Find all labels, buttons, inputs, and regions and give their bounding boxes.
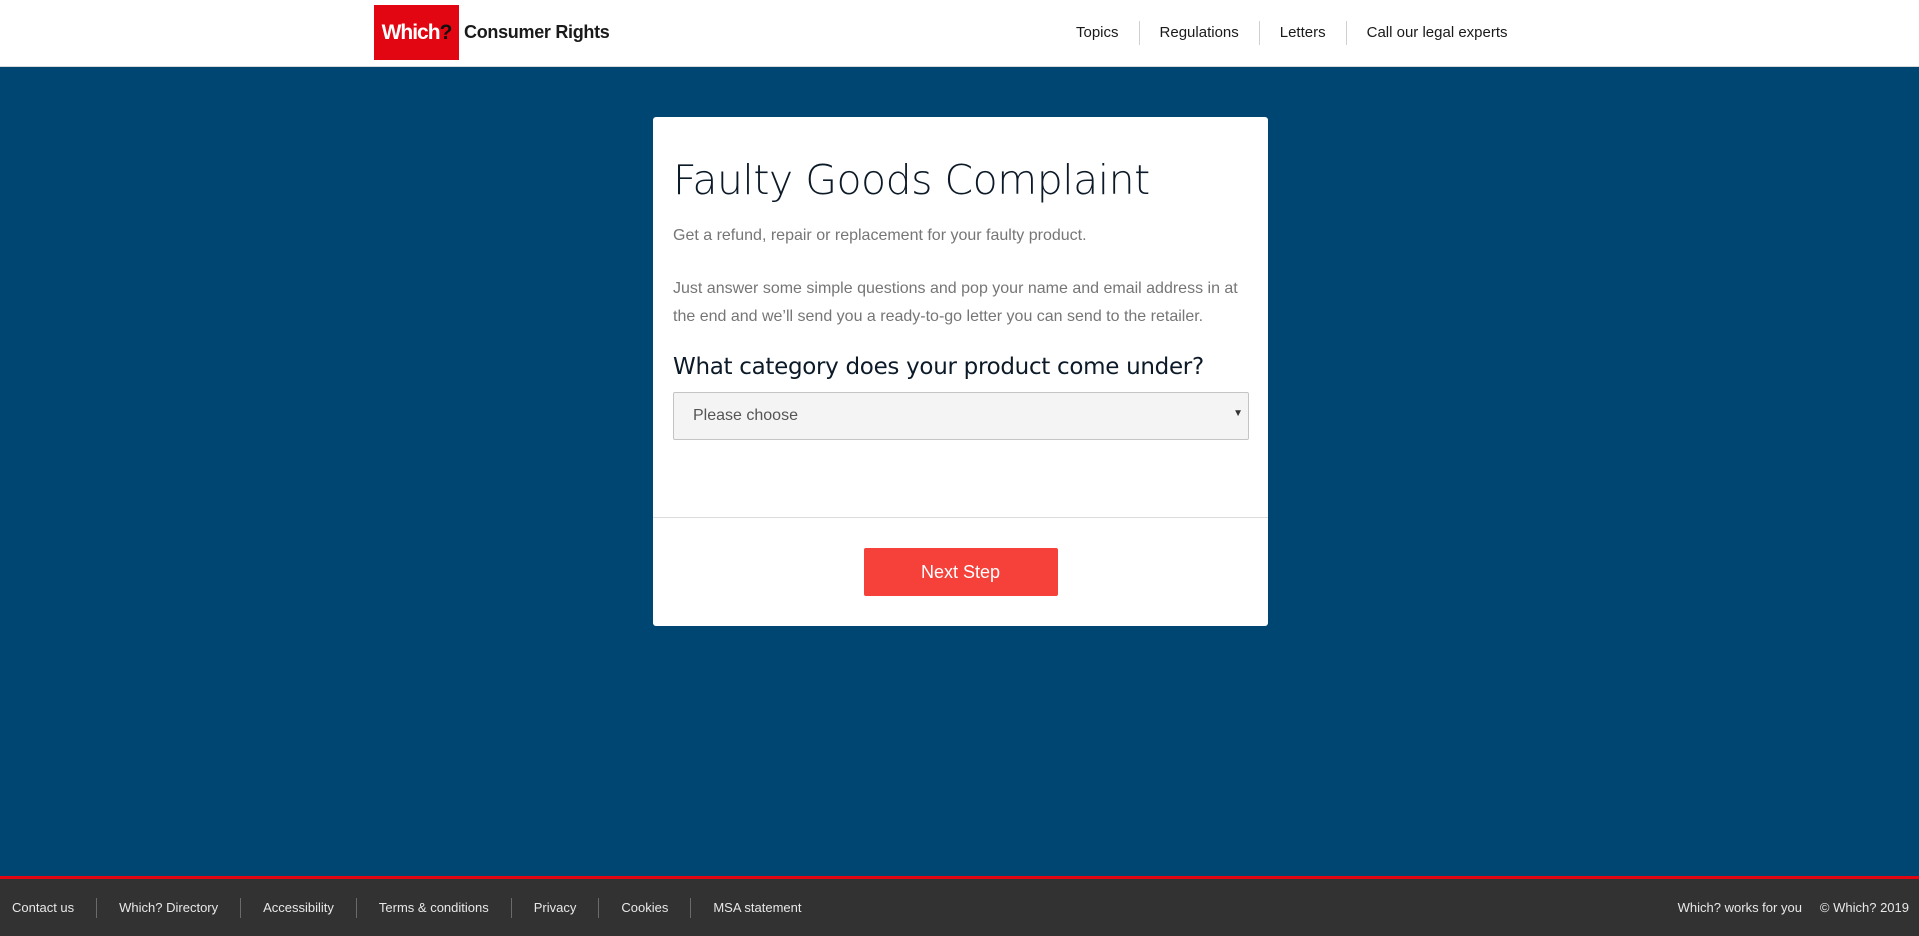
which-logo-mark: Which? (374, 5, 459, 60)
lead-text: Get a refund, repair or replacement for … (673, 227, 1087, 244)
logo-mark-text: Which (381, 20, 441, 44)
category-select-value: Please choose (693, 407, 798, 424)
footer-link-contact[interactable]: Contact us (12, 898, 96, 918)
footer-link-terms[interactable]: Terms & conditions (355, 897, 511, 918)
category-select[interactable]: Please choose ▼ (673, 392, 1249, 440)
form-body: Faulty Goods Complaint Get a refund, rep… (653, 117, 1268, 518)
category-question: What category does your product come und… (673, 354, 1204, 380)
footer-links: Contact us Which? Directory Accessibilit… (12, 879, 824, 936)
footer-link-msa[interactable]: MSA statement (690, 897, 823, 918)
form-footer: Next Step (653, 518, 1268, 596)
logo-text: Consumer Rights (464, 22, 610, 42)
complaint-form-card: Faulty Goods Complaint Get a refund, rep… (653, 117, 1268, 626)
copyright: © Which? 2019 (1819, 900, 1909, 915)
logo-mark-question: ? (439, 20, 453, 44)
footer-link-accessibility[interactable]: Accessibility (240, 897, 356, 918)
description-text: Just answer some simple questions and po… (673, 280, 1238, 325)
which-logo-link[interactable]: Which? Consumer Rights (374, 5, 610, 60)
footer-link-cookies[interactable]: Cookies (598, 897, 690, 918)
next-step-button[interactable]: Next Step (863, 548, 1058, 596)
nav-letters[interactable]: Letters (1258, 21, 1346, 45)
site-footer: Contact us Which? Directory Accessibilit… (0, 876, 1919, 936)
footer-link-privacy[interactable]: Privacy (510, 897, 599, 918)
site-header: Which? Consumer Rights Topics Regulation… (0, 0, 1919, 67)
footer-link-works-for-you[interactable]: Which? works for you (1678, 900, 1802, 915)
caret-down-icon: ▼ (1233, 408, 1243, 419)
nav-topics[interactable]: Topics (1056, 21, 1139, 45)
page-title: Faulty Goods Complaint (673, 156, 1150, 204)
nav-call-legal-experts[interactable]: Call our legal experts (1345, 21, 1528, 45)
main-nav: Topics Regulations Letters Call our lega… (1056, 21, 1528, 45)
nav-regulations[interactable]: Regulations (1138, 21, 1259, 45)
footer-link-directory[interactable]: Which? Directory (96, 897, 240, 918)
footer-right: Which? works for you © Which? 2019 (1678, 879, 1909, 936)
